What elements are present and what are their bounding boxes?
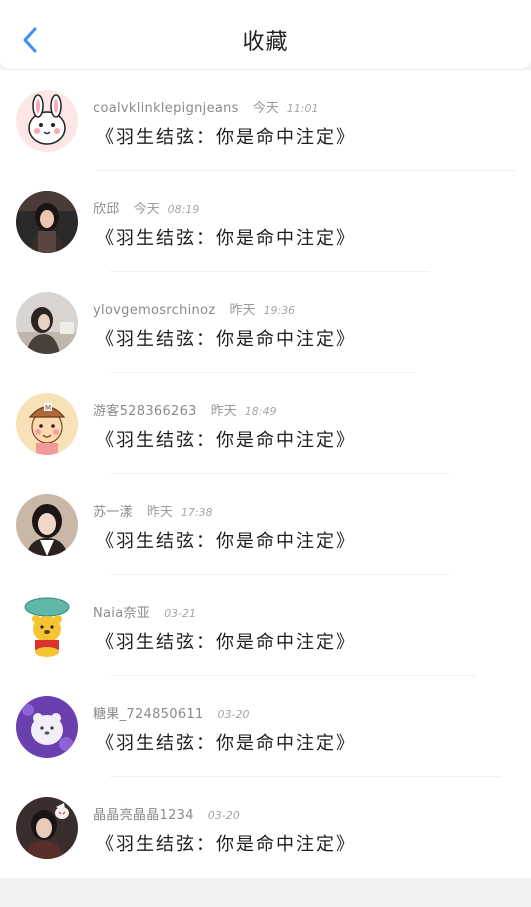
favorites-list: coalvklinklepignjeans 今天 11:01 《羽生结弦：你是命… — [0, 70, 531, 878]
list-item[interactable]: Naia奈亚 03-21 《羽生结弦：你是命中注定》 — [0, 575, 531, 676]
page-title: 收藏 — [242, 30, 289, 55]
post-time: 03-21 — [164, 607, 197, 620]
post-day: 今天 — [133, 202, 160, 217]
user-name[interactable]: coalvklinklepignjeans — [93, 101, 239, 116]
list-item[interactable]: M 游客528366263 昨天 18:49 《羽生结弦：你是命中注定》 — [0, 373, 531, 474]
user-name[interactable]: 欣邱 — [93, 198, 120, 217]
item-meta: 晶晶亮晶晶1234 03-20 — [93, 804, 240, 823]
item-title: 《羽生结弦：你是命中注定》 — [96, 127, 356, 148]
user-name[interactable]: Naia奈亚 — [93, 602, 150, 621]
cartoon-boy-avatar[interactable]: M — [16, 393, 78, 455]
cartoon-rabbit-avatar[interactable] — [16, 90, 78, 152]
list-item[interactable]: coalvklinklepignjeans 今天 11:01 《羽生结弦：你是命… — [0, 70, 531, 171]
list-item[interactable]: ylovgemosrchinoz 昨天 19:36 《羽生结弦：你是命中注定》 — [0, 272, 531, 373]
top-bar: 收藏 — [0, 0, 531, 70]
winnie-pooh-avatar[interactable] — [16, 595, 78, 657]
item-title: 《羽生结弦：你是命中注定》 — [96, 531, 356, 552]
post-time: 11:01 — [286, 102, 319, 115]
post-time: 08:19 — [167, 203, 200, 216]
user-name[interactable]: 游客528366263 — [93, 400, 197, 419]
item-meta: coalvklinklepignjeans 今天 11:01 — [93, 97, 319, 116]
plush-toy-avatar[interactable] — [16, 696, 78, 758]
item-title: 《羽生结弦：你是命中注定》 — [96, 834, 356, 855]
item-title: 《羽生结弦：你是命中注定》 — [96, 430, 356, 451]
list-item[interactable]: 晶晶亮晶晶1234 03-20 《羽生结弦：你是命中注定》 — [0, 777, 531, 878]
woman-photo-avatar[interactable] — [16, 191, 78, 253]
list-item[interactable]: 苏一漾 昨天 17:38 《羽生结弦：你是命中注定》 — [0, 474, 531, 575]
post-day: 昨天 — [146, 505, 173, 520]
user-name[interactable]: ylovgemosrchinoz — [93, 303, 215, 318]
item-meta: 游客528366263 昨天 18:49 — [93, 400, 277, 419]
girl-photo-avatar[interactable] — [16, 292, 78, 354]
item-title: 《羽生结弦：你是命中注定》 — [96, 329, 356, 350]
user-name[interactable]: 糖果_724850611 — [93, 703, 204, 722]
item-title: 《羽生结弦：你是命中注定》 — [96, 733, 356, 754]
list-item[interactable]: 糖果_724850611 03-20 《羽生结弦：你是命中注定》 — [0, 676, 531, 777]
post-time: 18:49 — [244, 405, 277, 418]
person-fox-mask-avatar[interactable] — [16, 797, 78, 859]
item-meta: Naia奈亚 03-21 — [93, 602, 197, 621]
post-time: 19:36 — [263, 304, 296, 317]
item-meta: 糖果_724850611 03-20 — [93, 703, 250, 722]
post-day: 今天 — [252, 101, 279, 116]
list-item[interactable]: 欣邱 今天 08:19 《羽生结弦：你是命中注定》 — [0, 171, 531, 272]
woman-portrait-avatar[interactable] — [16, 494, 78, 556]
post-time: 17:38 — [180, 506, 213, 519]
user-name[interactable]: 晶晶亮晶晶1234 — [93, 804, 194, 823]
item-meta: 欣邱 今天 08:19 — [93, 198, 200, 217]
user-name[interactable]: 苏一漾 — [93, 501, 133, 520]
post-day: 昨天 — [210, 404, 237, 419]
item-title: 《羽生结弦：你是命中注定》 — [96, 632, 356, 653]
post-time: 03-20 — [207, 809, 240, 822]
post-time: 03-20 — [217, 708, 250, 721]
item-meta: 苏一漾 昨天 17:38 — [93, 501, 213, 520]
item-title: 《羽生结弦：你是命中注定》 — [96, 228, 356, 249]
post-day: 昨天 — [229, 303, 256, 318]
svg-text:M: M — [45, 404, 51, 412]
item-meta: ylovgemosrchinoz 昨天 19:36 — [93, 299, 296, 318]
